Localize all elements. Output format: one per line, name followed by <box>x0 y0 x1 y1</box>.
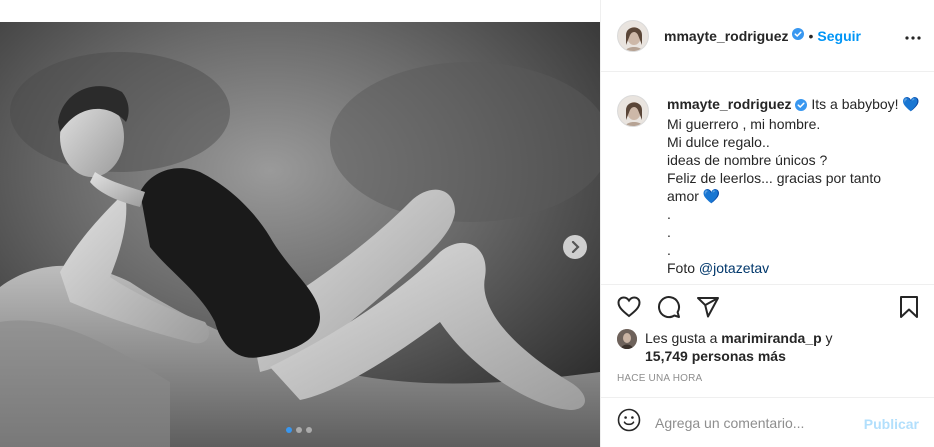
comment-input[interactable] <box>655 414 855 431</box>
post-sidebar: mmayte_rodriguez • Seguir mmayte_rodrigu… <box>600 0 934 447</box>
photo-credit-mention[interactable]: @jotazetav <box>699 260 769 276</box>
likes-count[interactable]: 15,749 personas más <box>645 348 786 364</box>
photo-credit-prefix: Foto <box>667 260 699 276</box>
caption-line: . <box>667 224 671 240</box>
emoji-smiley-icon[interactable] <box>617 408 641 437</box>
like-heart-icon[interactable] <box>617 295 641 324</box>
carousel-next-button[interactable] <box>563 235 587 259</box>
username[interactable]: mmayte_rodriguez <box>664 28 788 44</box>
carousel-indicator <box>286 427 312 433</box>
verified-badge-icon <box>795 97 808 115</box>
carousel-dot <box>296 427 302 433</box>
carousel-dot <box>306 427 312 433</box>
liker-username[interactable]: marimiranda_p <box>721 330 821 346</box>
avatar-image <box>618 20 648 51</box>
post-timestamp[interactable]: HACE UNA HORA <box>617 373 702 384</box>
post-header: mmayte_rodriguez • Seguir <box>601 0 934 72</box>
caption-line: Mi guerrero , mi hombre. <box>667 116 821 132</box>
avatar-image <box>617 329 637 349</box>
likes-suffix: y <box>821 330 833 346</box>
publish-button[interactable]: Publicar <box>864 416 919 432</box>
comment-bar: Publicar <box>601 397 934 447</box>
save-bookmark-icon[interactable] <box>897 295 921 324</box>
photo-image <box>0 22 600 447</box>
caption-line: amor 💙 <box>667 188 721 204</box>
verified-badge-icon <box>792 27 805 45</box>
caption-line: Mi dulce regalo.. <box>667 134 770 150</box>
share-send-icon[interactable] <box>696 295 720 324</box>
carousel-dot <box>286 427 292 433</box>
more-options-icon[interactable] <box>905 27 921 45</box>
caption-line: Feliz de leerlos... gracias por tanto <box>667 170 881 186</box>
likes-prefix: Les gusta a <box>645 330 722 346</box>
post-caption: mmayte_rodriguez Its a babyboy! 💙 Mi gue… <box>601 72 934 284</box>
caption-avatar[interactable] <box>617 95 649 127</box>
chevron-right-icon <box>571 241 580 253</box>
follow-button[interactable]: Seguir <box>817 28 861 44</box>
comment-bubble-icon[interactable] <box>657 295 681 324</box>
post-photo[interactable] <box>0 22 600 447</box>
caption-line: Its a babyboy! 💙 <box>811 96 920 112</box>
caption-line: . <box>667 206 671 222</box>
liker-avatar[interactable] <box>617 329 637 349</box>
avatar[interactable] <box>617 19 649 52</box>
caption-line: ideas de nombre únicos ? <box>667 152 828 168</box>
caption-username[interactable]: mmayte_rodriguez <box>667 96 791 112</box>
avatar-image <box>618 96 648 126</box>
caption-line: . <box>667 242 671 258</box>
post-actions <box>601 284 934 330</box>
caption-text: mmayte_rodriguez Its a babyboy! 💙 Mi gue… <box>667 95 920 277</box>
likes-line: Les gusta a marimiranda_p y <box>645 330 833 346</box>
header-separator: • <box>808 27 814 44</box>
